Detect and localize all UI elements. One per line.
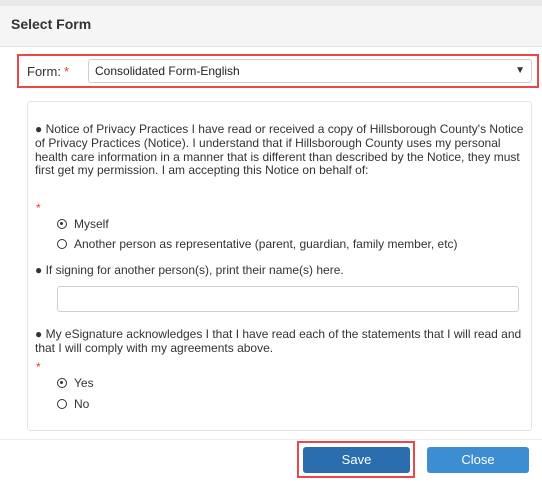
required-asterisk: * [36,360,41,374]
chevron-down-icon[interactable]: ▼ [515,65,525,76]
form-select-value: Consolidated Form-English [95,64,240,78]
radio-unchecked-icon[interactable] [57,399,67,409]
form-select[interactable]: Consolidated Form-English ▼ [88,59,532,83]
form-field-label: Form: * [27,64,69,79]
representative-name-input[interactable] [57,286,519,312]
radio-label-no: No [74,397,90,411]
privacy-notice-statement: ● Notice of Privacy Practices I have rea… [35,122,524,178]
close-button[interactable]: Close [427,447,529,473]
dialog-header: Select Form [0,6,542,47]
radio-label-yes: Yes [74,376,94,390]
radio-label-myself: Myself [74,217,109,231]
radio-unchecked-icon[interactable] [57,239,67,249]
esignature-statement: ● My eSignature acknowledges I that I ha… [35,327,522,355]
required-asterisk: * [63,64,70,79]
radio-label-representative: Another person as representative (parent… [74,237,458,251]
representative-name-instruction: ● If signing for another person(s), prin… [35,263,344,277]
radio-checked-icon[interactable] [57,378,67,388]
required-asterisk: * [36,201,41,215]
save-button[interactable]: Save [303,447,410,473]
form-label-text: Form: [27,64,61,79]
footer-divider [0,439,542,440]
dialog-title: Select Form [11,16,92,32]
radio-checked-icon[interactable] [57,219,67,229]
